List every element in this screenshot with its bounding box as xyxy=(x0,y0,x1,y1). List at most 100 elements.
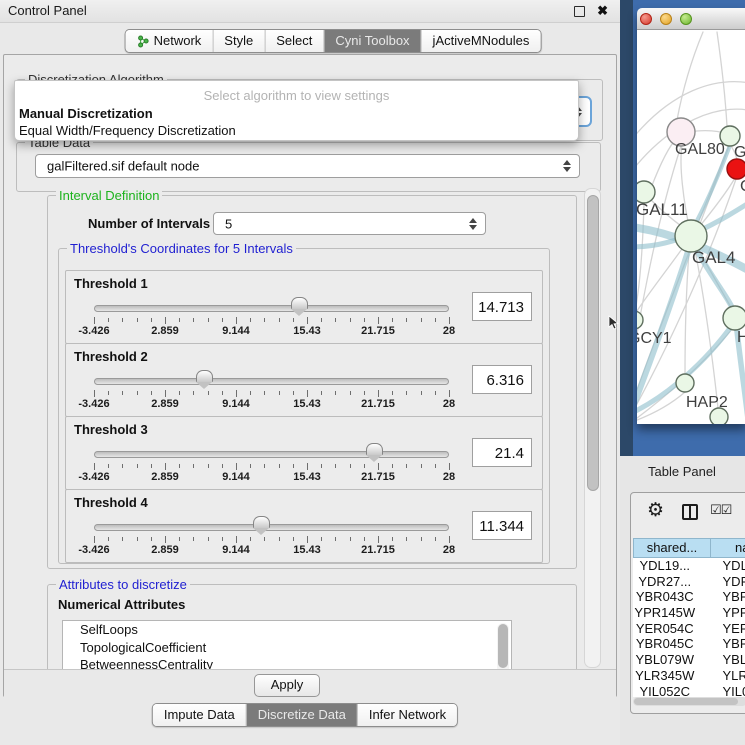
tab-infer-network[interactable]: Infer Network xyxy=(357,704,457,726)
thresholds-group: Threshold's Coordinates for 5 Intervals … xyxy=(58,248,550,564)
network-node[interactable] xyxy=(676,374,694,392)
columns-icon[interactable] xyxy=(682,504,698,520)
dropdown-option-equal-width-frequency[interactable]: Equal Width/Frequency Discretization xyxy=(19,123,236,138)
slider-handle[interactable] xyxy=(253,516,270,528)
slider-track[interactable] xyxy=(94,451,449,458)
threshold-value-field[interactable]: 11.344 xyxy=(472,511,532,540)
slider-handle[interactable] xyxy=(196,370,213,382)
tab-discretize-data[interactable]: Discretize Data xyxy=(246,704,357,726)
tab-cyni-toolbox[interactable]: Cyni Toolbox xyxy=(323,30,420,52)
minimize-traffic-light[interactable] xyxy=(660,13,672,25)
tab-network[interactable]: Network xyxy=(126,30,213,52)
network-window: GAL80GACGAL11GAL4GCY1HHAP2 xyxy=(637,8,745,424)
slider-handle[interactable] xyxy=(291,297,308,309)
network-node[interactable] xyxy=(723,306,745,330)
scale-tick-label: 28 xyxy=(443,398,455,410)
table-horizontal-scrollbar[interactable] xyxy=(633,697,745,706)
tab-style[interactable]: Style xyxy=(212,30,264,52)
tab-impute-data[interactable]: Impute Data xyxy=(153,704,246,726)
checkboxes-icon[interactable]: ☑☑ xyxy=(710,503,731,518)
threshold-1-box: Threshold 1-3.4262.8599.14415.4321.71528… xyxy=(65,270,543,344)
table-panel-bar: Table Panel xyxy=(620,456,745,488)
table-row[interactable]: YBR045CYBR0 xyxy=(633,636,745,652)
scale-tick-label: 2.859 xyxy=(151,471,179,483)
tab-jactivemnodules[interactable]: jActiveMNodules xyxy=(421,30,541,52)
scale-tick-label: 28 xyxy=(443,325,455,337)
network-window-titlebar[interactable] xyxy=(637,8,745,30)
network-node[interactable] xyxy=(727,159,745,179)
scale-tick-label: 28 xyxy=(443,544,455,556)
list-item[interactable]: TopologicalCoefficient xyxy=(63,639,511,657)
threshold-label: Threshold 3 xyxy=(74,422,148,437)
algorithm-dropdown-popup: Select algorithm to view settings Manual… xyxy=(14,80,579,141)
list-item[interactable]: SelfLoops xyxy=(63,621,511,639)
attributes-to-discretize-group: Attributes to discretize Numerical Attri… xyxy=(47,584,577,669)
dropdown-hint: Select algorithm to view settings xyxy=(15,88,578,103)
scale-tick-label: 9.144 xyxy=(222,325,250,337)
scale-tick-label: -3.426 xyxy=(78,325,109,337)
threshold-value-field[interactable]: 6.316 xyxy=(472,365,532,394)
interval-definition-group: Interval Definition Number of Intervals … xyxy=(47,195,577,569)
number-of-intervals-combobox[interactable]: 5 xyxy=(213,212,486,235)
scale-tick-label: 21.715 xyxy=(361,544,395,556)
mouse-cursor xyxy=(608,315,620,331)
table-data-group: Table Data galFiltered.sif default node xyxy=(16,142,601,192)
slider-track[interactable] xyxy=(94,378,449,385)
scale-tick-label: 2.859 xyxy=(151,325,179,337)
top-tab-strip: Network Style Select Cyni Toolbox jActiv… xyxy=(125,29,542,53)
table-row[interactable]: YBL079WYBL0 xyxy=(633,652,745,668)
threshold-value-field[interactable]: 14.713 xyxy=(472,292,532,321)
network-node[interactable] xyxy=(637,311,643,329)
column-header-name[interactable]: na xyxy=(711,538,745,558)
dropdown-option-manual-discretization[interactable]: Manual Discretization xyxy=(19,106,153,121)
network-node[interactable] xyxy=(720,126,740,146)
combo-arrows-icon xyxy=(563,160,571,172)
node-label: H xyxy=(737,329,745,346)
zoom-traffic-light[interactable] xyxy=(680,13,692,25)
cyni-toolbox-panel: Discretization Algorithm Table Data galF… xyxy=(3,54,617,697)
settings-scrollbar[interactable] xyxy=(584,188,601,668)
table-row[interactable]: YBR043CYBR0 xyxy=(633,589,745,605)
control-panel: Control Panel ✖ Network Style Select Cyn… xyxy=(0,0,620,745)
network-canvas[interactable]: GAL80GACGAL11GAL4GCY1HHAP2 xyxy=(637,30,745,424)
table-row[interactable]: YDL19...YDL1 xyxy=(633,558,745,574)
close-traffic-light[interactable] xyxy=(640,13,652,25)
network-node[interactable] xyxy=(710,408,728,424)
apply-bar: Apply xyxy=(4,669,616,698)
column-header-shared[interactable]: shared... xyxy=(633,538,711,558)
scale-tick-label: -3.426 xyxy=(78,471,109,483)
table-row[interactable]: YER054CYER0 xyxy=(633,621,745,637)
scale-tick-label: 21.715 xyxy=(361,398,395,410)
apply-button[interactable]: Apply xyxy=(254,674,320,697)
list-scrollbar[interactable] xyxy=(497,623,509,669)
attributes-group-title: Attributes to discretize xyxy=(56,577,190,592)
threshold-label: Threshold 1 xyxy=(74,276,148,291)
tab-select[interactable]: Select xyxy=(264,30,323,52)
table-row[interactable]: YIL052CYIL0 xyxy=(633,684,745,698)
threshold-2-box: Threshold 2-3.4262.8599.14415.4321.71528… xyxy=(65,343,543,417)
node-label: C xyxy=(740,178,745,195)
table-row[interactable]: YPR145WYPR1 xyxy=(633,605,745,621)
gear-icon[interactable]: ⚙ xyxy=(647,499,664,521)
table-row[interactable]: YDR27...YDR2 xyxy=(633,574,745,590)
table-rows: YDL19...YDL1 YDR27...YDR2 YBR043CYBR0 YP… xyxy=(633,558,745,697)
slider-track[interactable] xyxy=(94,524,449,531)
list-item[interactable]: BetweennessCentrality xyxy=(63,656,511,669)
table-panel-title: Table Panel xyxy=(648,464,716,479)
slider-handle[interactable] xyxy=(366,443,383,455)
combo-arrows-icon xyxy=(469,218,477,230)
table-row[interactable]: YLR345WYLR3 xyxy=(633,668,745,684)
scale-tick-label: 21.715 xyxy=(361,325,395,337)
tab-network-label: Network xyxy=(154,30,202,52)
float-window-icon[interactable] xyxy=(574,6,585,17)
threshold-value-field[interactable]: 21.4 xyxy=(472,438,532,467)
numerical-attributes-list[interactable]: SelfLoops TopologicalCoefficient Between… xyxy=(62,620,512,669)
control-panel-titlebar: Control Panel ✖ xyxy=(0,0,620,23)
threshold-4-box: Threshold 4-3.4262.8599.14415.4321.71528… xyxy=(65,489,543,563)
scale-tick-label: -3.426 xyxy=(78,544,109,556)
slider-track[interactable] xyxy=(94,305,449,312)
network-icon xyxy=(137,35,150,48)
table-data-combobox[interactable]: galFiltered.sif default node xyxy=(35,154,580,178)
scale-tick-label: 9.144 xyxy=(222,544,250,556)
close-icon[interactable]: ✖ xyxy=(597,0,608,22)
